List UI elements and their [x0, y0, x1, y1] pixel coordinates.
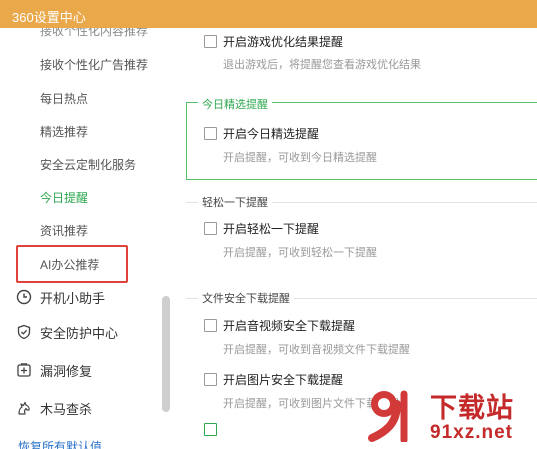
window-title: 360设置中心: [12, 10, 86, 25]
watermark-text: 下载站: [430, 393, 514, 423]
sidebar-item-daily-hot[interactable]: 每日热点: [40, 90, 88, 107]
today-featured-label: 开启今日精选提醒: [223, 127, 320, 141]
game-optimize-desc: 退出游戏后，将提醒您查看游戏优化结果: [223, 59, 421, 71]
today-featured-checkbox[interactable]: [204, 127, 217, 140]
relax-label: 开启轻松一下提醒: [223, 222, 320, 236]
sidebar-item-today-reminder[interactable]: 今日提醒: [40, 189, 88, 206]
sidebar-item-featured[interactable]: 精选推荐: [40, 123, 88, 140]
sidebar-item-trojan-scan[interactable]: 木马查杀: [16, 397, 92, 419]
horse-icon: [16, 400, 32, 416]
sidebar-main-label: 漏洞修复: [40, 363, 93, 379]
title-bar: 360设置中心: [0, 0, 537, 28]
sidebar-item-ad-recommend[interactable]: 接收个性化广告推荐: [40, 56, 148, 73]
sidebar-item-security-center[interactable]: 安全防护中心: [16, 321, 118, 343]
next-option-checkbox[interactable]: [204, 423, 217, 436]
sidebar-main-label: 开机小助手: [40, 290, 106, 306]
game-optimize-label: 开启游戏优化结果提醒: [223, 35, 344, 49]
av-download-label: 开启音视频安全下载提醒: [223, 319, 356, 333]
watermark-url: 91xz.net: [430, 422, 513, 443]
group-title-download-safety: 文件安全下载提醒: [198, 290, 294, 306]
group-title-today-featured: 今日精选提醒: [198, 96, 272, 112]
clock-icon: [16, 289, 32, 305]
sidebar-item-vulnerability-fix[interactable]: 漏洞修复: [16, 359, 92, 381]
av-download-checkbox[interactable]: [204, 319, 217, 332]
image-download-label: 开启图片安全下载提醒: [223, 373, 344, 387]
group-title-relax: 轻松一下提醒: [198, 194, 272, 210]
shield-icon: [16, 324, 32, 340]
relax-checkbox[interactable]: [204, 222, 217, 235]
relax-desc: 开启提醒，可收到轻松一下提醒: [223, 247, 377, 259]
sidebar-main-label: 安全防护中心: [40, 325, 119, 341]
image-download-checkbox[interactable]: [204, 373, 217, 386]
sidebar-scrollbar[interactable]: [162, 60, 170, 420]
ai-office-highlight-box: [16, 245, 128, 283]
restore-defaults-link[interactable]: 恢复所有默认值: [18, 438, 102, 449]
game-optimize-checkbox[interactable]: [204, 35, 217, 48]
sidebar-item-startup-assistant[interactable]: 开机小助手: [16, 286, 105, 308]
av-download-desc: 开启提醒，可收到音视频文件下载提醒: [223, 344, 410, 356]
site-watermark: 下载站 91xz.net: [360, 384, 537, 449]
sidebar-item-news[interactable]: 资讯推荐: [40, 222, 88, 239]
scrollbar-thumb[interactable]: [162, 296, 170, 412]
sidebar: 接收个性化内容推荐 接收个性化广告推荐 每日热点 精选推荐 安全云定制化服务 今…: [0, 28, 176, 449]
plus-box-icon: [16, 362, 32, 378]
sidebar-item-personalized-content[interactable]: 接收个性化内容推荐: [40, 28, 148, 39]
watermark-logo-icon: [368, 390, 408, 442]
today-featured-desc: 开启提醒，可收到今日精选提醒: [223, 152, 377, 164]
sidebar-item-cloud-service[interactable]: 安全云定制化服务: [40, 156, 136, 173]
sidebar-main-label: 木马查杀: [40, 401, 93, 417]
